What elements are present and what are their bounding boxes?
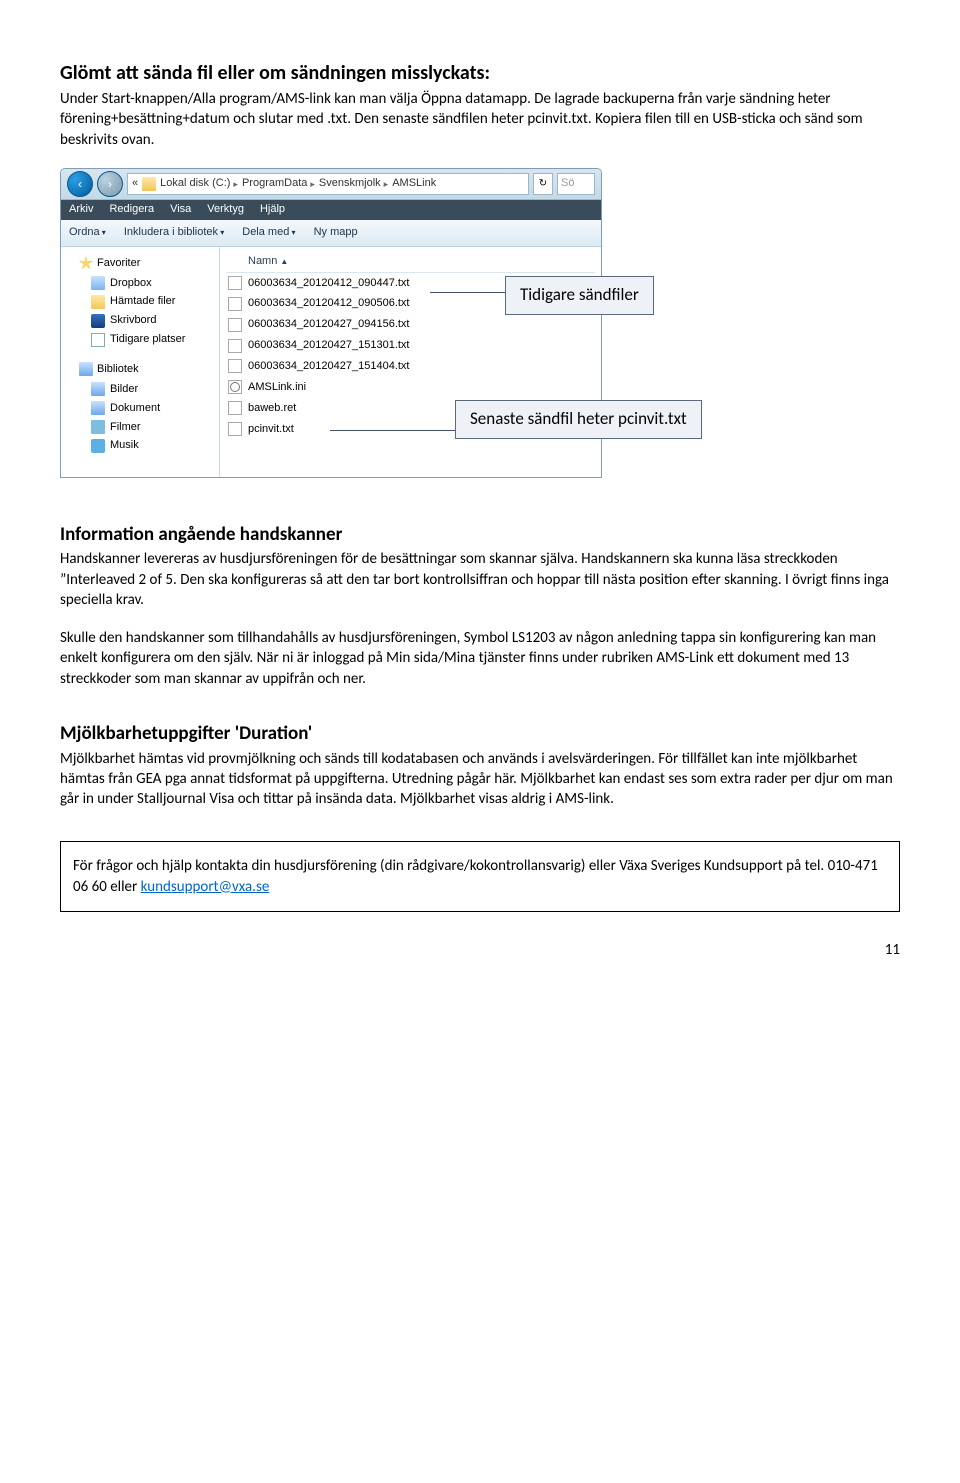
callout-previous-files: Tidigare sändfiler [505,276,654,315]
list-item[interactable]: 06003634_20120427_151404.txt [226,356,595,377]
sidebar-group-bibliotek[interactable]: Bibliotek [65,359,215,380]
sidebar-group-favoriter[interactable]: Favoriter [65,253,215,274]
section1-title: Glömt att sända fil eller om sändningen … [60,60,900,87]
section2-p1: Handskanner levereras av husdjursförenin… [60,549,900,610]
documents-icon [91,401,105,415]
sidebar-item[interactable]: Skrivbord [65,311,215,330]
section3-title: Mjölkbarhetuppgifter 'Duration' [60,721,900,747]
breadcrumb-item[interactable]: AMSLink [392,176,436,191]
callout-line [330,430,455,431]
section1-body: Under Start-knappen/Alla program/AMS-lin… [60,89,900,150]
menu-redigera[interactable]: Redigera [109,202,154,217]
column-namn[interactable]: Namn▲ [226,254,595,269]
txt-file-icon [228,339,242,353]
breadcrumb-item[interactable]: ProgramData▸ [242,176,315,191]
breadcrumb-item[interactable]: Lokal disk (C:)▸ [160,176,238,191]
contact-email-link[interactable]: kundsupport@vxa.se [141,878,270,896]
menu-hjalp[interactable]: Hjälp [260,202,285,217]
explorer-menubar: Arkiv Redigera Visa Verktyg Hjälp [61,200,601,220]
list-item[interactable]: AMSLink.ini [226,377,595,398]
address-bar[interactable]: « Lokal disk (C:)▸ ProgramData▸ Svenskmj… [127,173,529,195]
sidebar-item[interactable]: Dropbox [65,274,215,293]
explorer-titlebar: ‹ › « Lokal disk (C:)▸ ProgramData▸ Sven… [61,169,601,200]
section-duration: Mjölkbarhetuppgifter 'Duration' Mjölkbar… [60,721,900,809]
music-icon [91,439,105,453]
txt-file-icon [228,318,242,332]
folder-icon [91,276,105,290]
toolbar-ordna[interactable]: Ordna [69,225,106,240]
section-missed-send: Glömt att sända fil eller om sändningen … [60,60,900,478]
search-input[interactable]: Sö [557,173,595,195]
section2-title: Information angående handskanner [60,522,900,548]
ini-file-icon [228,380,242,394]
folder-icon [91,295,105,309]
nav-forward-button[interactable]: › [97,171,123,197]
page-number: 11 [60,940,900,960]
list-item[interactable]: 06003634_20120427_094156.txt [226,314,595,335]
library-icon [79,362,93,376]
sidebar-item[interactable]: Dokument [65,399,215,418]
breadcrumb-leader: « [132,176,138,191]
star-icon [79,256,93,270]
explorer-screenshot: ‹ › « Lokal disk (C:)▸ ProgramData▸ Sven… [60,168,690,478]
contact-box: För frågor och hjälp kontakta din husdju… [60,841,900,912]
explorer-toolbar: Ordna Inkludera i bibliotek Dela med Ny … [61,220,601,247]
txt-file-icon [228,297,242,311]
toolbar-ny-mapp[interactable]: Ny mapp [314,225,358,240]
nav-back-button[interactable]: ‹ [67,171,93,197]
ret-file-icon [228,401,242,415]
explorer-sidebar: Favoriter Dropbox Hämtade filer Skrivbor… [61,247,220,477]
breadcrumb-item[interactable]: Svenskmjolk▸ [319,176,388,191]
txt-file-icon [228,359,242,373]
sidebar-item[interactable]: Bilder [65,380,215,399]
menu-arkiv[interactable]: Arkiv [69,202,93,217]
list-item[interactable]: 06003634_20120427_151301.txt [226,335,595,356]
callout-line [430,292,505,293]
film-icon [91,420,105,434]
pictures-icon [91,382,105,396]
list-header[interactable]: Namn▲ [226,251,595,273]
txt-file-icon [228,276,242,290]
callout-latest-file: Senaste sändfil heter pcinvit.txt [455,400,702,439]
menu-verktyg[interactable]: Verktyg [207,202,244,217]
txt-file-icon [228,422,242,436]
menu-visa[interactable]: Visa [170,202,191,217]
sidebar-item[interactable]: Musik [65,436,215,455]
sidebar-item[interactable]: Hämtade filer [65,292,215,311]
recent-icon [91,333,105,347]
toolbar-dela[interactable]: Dela med [242,225,295,240]
sidebar-item[interactable]: Tidigare platser [65,330,215,349]
sidebar-item[interactable]: Filmer [65,418,215,437]
section-handskanner: Information angående handskanner Handska… [60,522,900,689]
folder-icon [142,177,156,191]
desktop-icon [91,314,105,328]
toolbar-inkludera[interactable]: Inkludera i bibliotek [124,225,224,240]
refresh-button[interactable]: ↻ [533,173,553,195]
section2-p2: Skulle den handskanner som tillhandahåll… [60,628,900,689]
section3-p1: Mjölkbarhet hämtas vid provmjölkning och… [60,749,900,810]
